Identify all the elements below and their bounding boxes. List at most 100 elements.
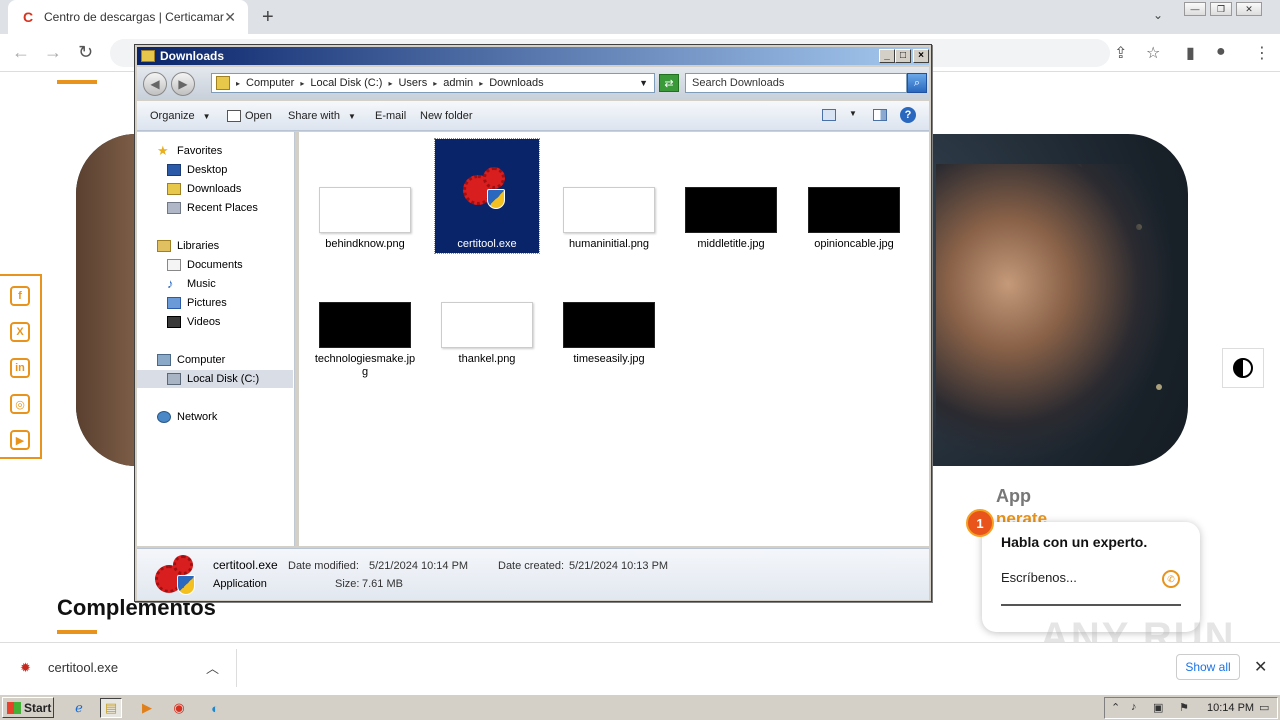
chat-input-underline	[1001, 604, 1181, 606]
breadcrumb-separator-icon[interactable]: ▸	[388, 79, 392, 88]
change-view-icon[interactable]	[822, 109, 836, 121]
side-panel-icon[interactable]: ▮	[1186, 43, 1195, 63]
chat-notification-badge[interactable]: 1	[966, 509, 994, 537]
nav-favorites[interactable]: ★ Favorites	[157, 142, 222, 160]
new-folder-button[interactable]: New folder	[420, 110, 473, 122]
breadcrumb-separator-icon[interactable]: ▸	[479, 79, 483, 88]
instagram-icon[interactable]: ◎	[10, 394, 30, 414]
internet-explorer-icon[interactable]: ℯ	[68, 698, 90, 718]
tray-expand-icon[interactable]: ⌃	[1111, 701, 1120, 714]
linkedin-icon[interactable]: in	[10, 358, 30, 378]
breadcrumb-item[interactable]: Computer	[246, 77, 294, 89]
reload-icon[interactable]: ↻	[78, 42, 93, 63]
open-label: Open	[245, 110, 272, 122]
nav-documents[interactable]: Documents	[167, 256, 243, 274]
open-button[interactable]: Open	[227, 110, 272, 122]
tab-search-icon[interactable]: ⌄	[1153, 8, 1163, 22]
nav-recent-places[interactable]: Recent Places	[167, 199, 258, 217]
file-item[interactable]: middletitle.jpg	[679, 139, 783, 253]
breadcrumb-separator-icon[interactable]: ▸	[300, 79, 304, 88]
back-icon[interactable]: ◀	[143, 72, 167, 96]
breadcrumb-separator-icon[interactable]: ▸	[433, 79, 437, 88]
email-button[interactable]: E-mail	[375, 110, 406, 122]
file-item-selected[interactable]: certitool.exe	[434, 138, 540, 254]
nav-local-disk[interactable]: Local Disk (C:)	[137, 370, 293, 388]
youtube-icon[interactable]: ▶	[10, 430, 30, 450]
desktop-icon	[167, 164, 181, 176]
close-tab-icon[interactable]: ✕	[224, 9, 236, 26]
breadcrumb-item[interactable]: Users	[398, 77, 427, 89]
breadcrumb[interactable]: ▸ Computer ▸ Local Disk (C:) ▸ Users ▸ a…	[211, 73, 655, 93]
close-shelf-icon[interactable]: ✕	[1254, 657, 1267, 677]
nav-label: Local Disk (C:)	[187, 373, 260, 385]
share-with-button[interactable]: Share with ▼	[288, 110, 356, 122]
help-icon[interactable]: ?	[900, 107, 916, 123]
organize-button[interactable]: Organize ▼	[150, 110, 211, 122]
volume-icon[interactable]: ♪	[1131, 701, 1137, 713]
nav-music[interactable]: ♪ Music	[167, 275, 216, 293]
chevron-up-icon[interactable]: ︿	[206, 658, 219, 677]
search-icon[interactable]: ⌕	[907, 73, 927, 93]
browser-tab[interactable]: C Centro de descargas | Certicamara ✕	[8, 0, 248, 34]
maximize-button[interactable]: □	[895, 49, 911, 63]
image-thumbnail	[319, 302, 411, 348]
contrast-toggle-button[interactable]	[1222, 348, 1264, 388]
bookmark-star-icon[interactable]: ☆	[1146, 43, 1160, 63]
minimize-window-button[interactable]: —	[1184, 2, 1206, 16]
nav-computer[interactable]: Computer	[157, 351, 225, 369]
edge-icon[interactable]: ◐	[204, 698, 226, 718]
breadcrumb-item[interactable]: admin	[443, 77, 473, 89]
forward-icon[interactable]: ▶	[171, 72, 195, 96]
close-window-button[interactable]: ✕	[1236, 2, 1262, 16]
nav-videos[interactable]: Videos	[167, 313, 220, 331]
chrome-menu-icon[interactable]: ⋮	[1254, 43, 1270, 63]
breadcrumb-item[interactable]: Downloads	[489, 77, 543, 89]
orange-accent-bar	[57, 630, 97, 634]
chat-input[interactable]: Escríbenos...	[1001, 570, 1077, 585]
whatsapp-icon[interactable]: ✆	[1162, 570, 1180, 588]
refresh-icon[interactable]: ⇄	[659, 74, 679, 92]
facebook-icon[interactable]: f	[10, 286, 30, 306]
nav-desktop[interactable]: Desktop	[167, 161, 227, 179]
file-item[interactable]: opinioncable.jpg	[802, 139, 906, 253]
flag-notification-icon[interactable]: ⚑	[1179, 701, 1189, 714]
share-icon[interactable]: ⇪	[1114, 43, 1127, 63]
nav-downloads[interactable]: Downloads	[167, 180, 241, 198]
restore-window-button[interactable]: ❐	[1210, 2, 1232, 16]
profile-avatar-icon[interactable]: ●	[1216, 43, 1226, 61]
address-dropdown-icon[interactable]: ▼	[639, 78, 648, 88]
breadcrumb-item[interactable]: Local Disk (C:)	[310, 77, 382, 89]
show-desktop-icon[interactable]: ▭	[1259, 701, 1269, 714]
close-button[interactable]: ×	[913, 49, 929, 63]
nav-libraries[interactable]: Libraries	[157, 237, 219, 255]
network-icon[interactable]: ▣	[1153, 701, 1163, 714]
file-item[interactable]: thankel.png	[435, 254, 539, 368]
breadcrumb-separator-icon[interactable]: ▸	[236, 79, 240, 88]
explorer-folder-icon[interactable]: ▤	[100, 698, 122, 718]
show-all-button[interactable]: Show all	[1176, 654, 1240, 680]
image-thumbnail	[319, 187, 411, 233]
media-player-icon[interactable]: ▶	[136, 698, 158, 718]
nav-label: Pictures	[187, 297, 227, 309]
start-button[interactable]: Start	[2, 697, 54, 718]
nav-pictures[interactable]: Pictures	[167, 294, 227, 312]
chrome-icon[interactable]: ◉	[168, 698, 190, 718]
organize-label: Organize	[150, 110, 195, 122]
dropdown-arrow-icon[interactable]: ▼	[849, 109, 857, 118]
file-item[interactable]: humaninitial.png	[557, 139, 661, 253]
nav-label: Libraries	[177, 240, 220, 252]
file-item[interactable]: technologiesmake.jpg	[313, 254, 417, 378]
file-item[interactable]: behindknow.png	[313, 139, 417, 253]
explorer-titlebar[interactable]: Downloads _ □ ×	[137, 47, 929, 65]
search-input[interactable]: Search Downloads	[685, 73, 907, 93]
download-item-name[interactable]: certitool.exe	[48, 660, 118, 675]
minimize-button[interactable]: _	[879, 49, 895, 63]
new-tab-button[interactable]: +	[262, 6, 274, 29]
x-twitter-icon[interactable]: X	[10, 322, 30, 342]
nav-label: Downloads	[187, 183, 242, 195]
back-icon[interactable]: ←	[12, 42, 30, 63]
nav-network[interactable]: Network	[157, 408, 217, 426]
forward-icon[interactable]: →	[44, 42, 62, 63]
file-item[interactable]: timeseasily.jpg	[557, 254, 661, 368]
preview-pane-icon[interactable]	[873, 109, 887, 121]
